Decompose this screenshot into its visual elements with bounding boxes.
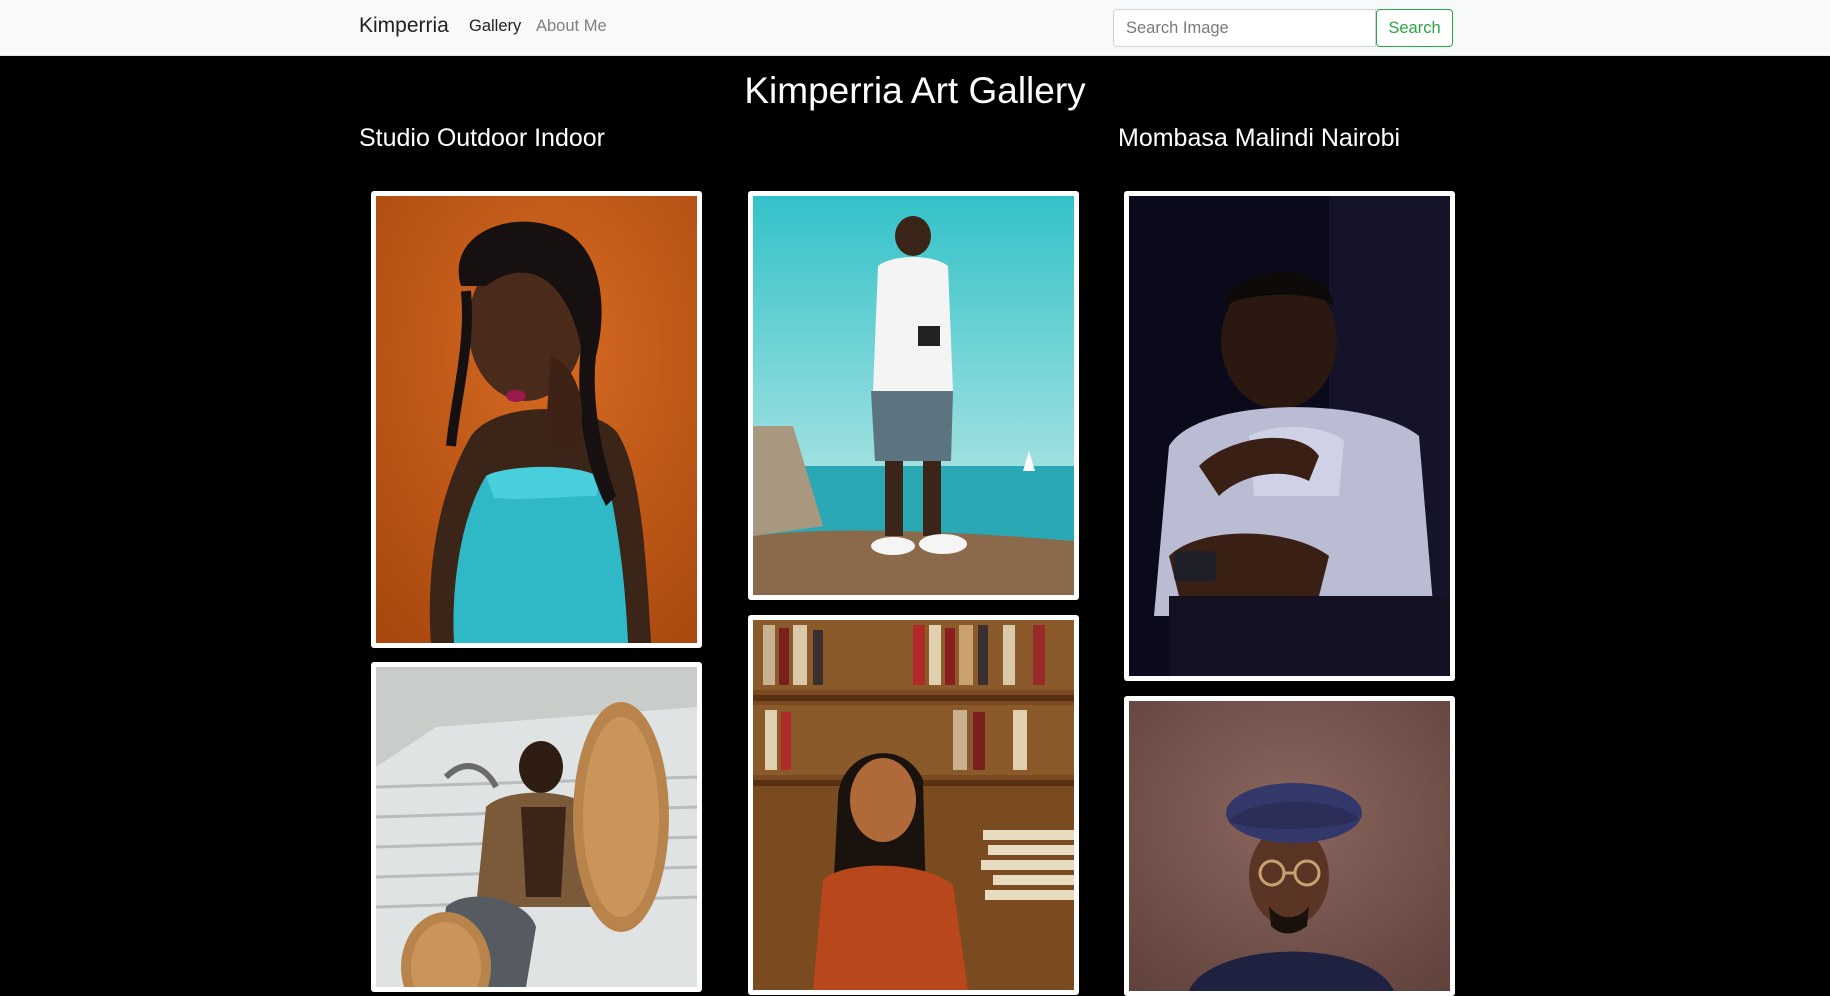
column-heading-left: Studio Outdoor Indoor [359, 124, 605, 152]
gallery-photo-card[interactable] [748, 615, 1079, 995]
nav-link-gallery[interactable]: Gallery [469, 17, 521, 36]
photo-man-phone-dark [1129, 196, 1450, 676]
photo-man-sneaker-soles [376, 667, 697, 987]
gallery-photo-card[interactable] [371, 662, 702, 992]
photo-man-seaside-camera [753, 196, 1074, 595]
nav-link-about-me[interactable]: About Me [536, 17, 607, 36]
gallery-photo-card[interactable] [1124, 696, 1455, 996]
column-heading-right: Mombasa Malindi Nairobi [1118, 124, 1401, 152]
brand-logo-text[interactable]: Kimperria [359, 14, 449, 38]
photo-man-beret-glasses [1129, 701, 1450, 991]
gallery-photo-card[interactable] [1124, 191, 1455, 681]
gallery-photo-card[interactable] [371, 191, 702, 648]
gallery-photo-card[interactable] [748, 191, 1079, 600]
search-input[interactable] [1113, 9, 1376, 47]
photo-woman-orange-backdrop [376, 196, 697, 643]
search-button[interactable]: Search [1376, 9, 1453, 47]
page-title: Kimperria Art Gallery [744, 70, 1086, 111]
top-navbar: Kimperria Gallery About Me Search [0, 0, 1830, 56]
photo-woman-bookshelves [753, 620, 1074, 990]
